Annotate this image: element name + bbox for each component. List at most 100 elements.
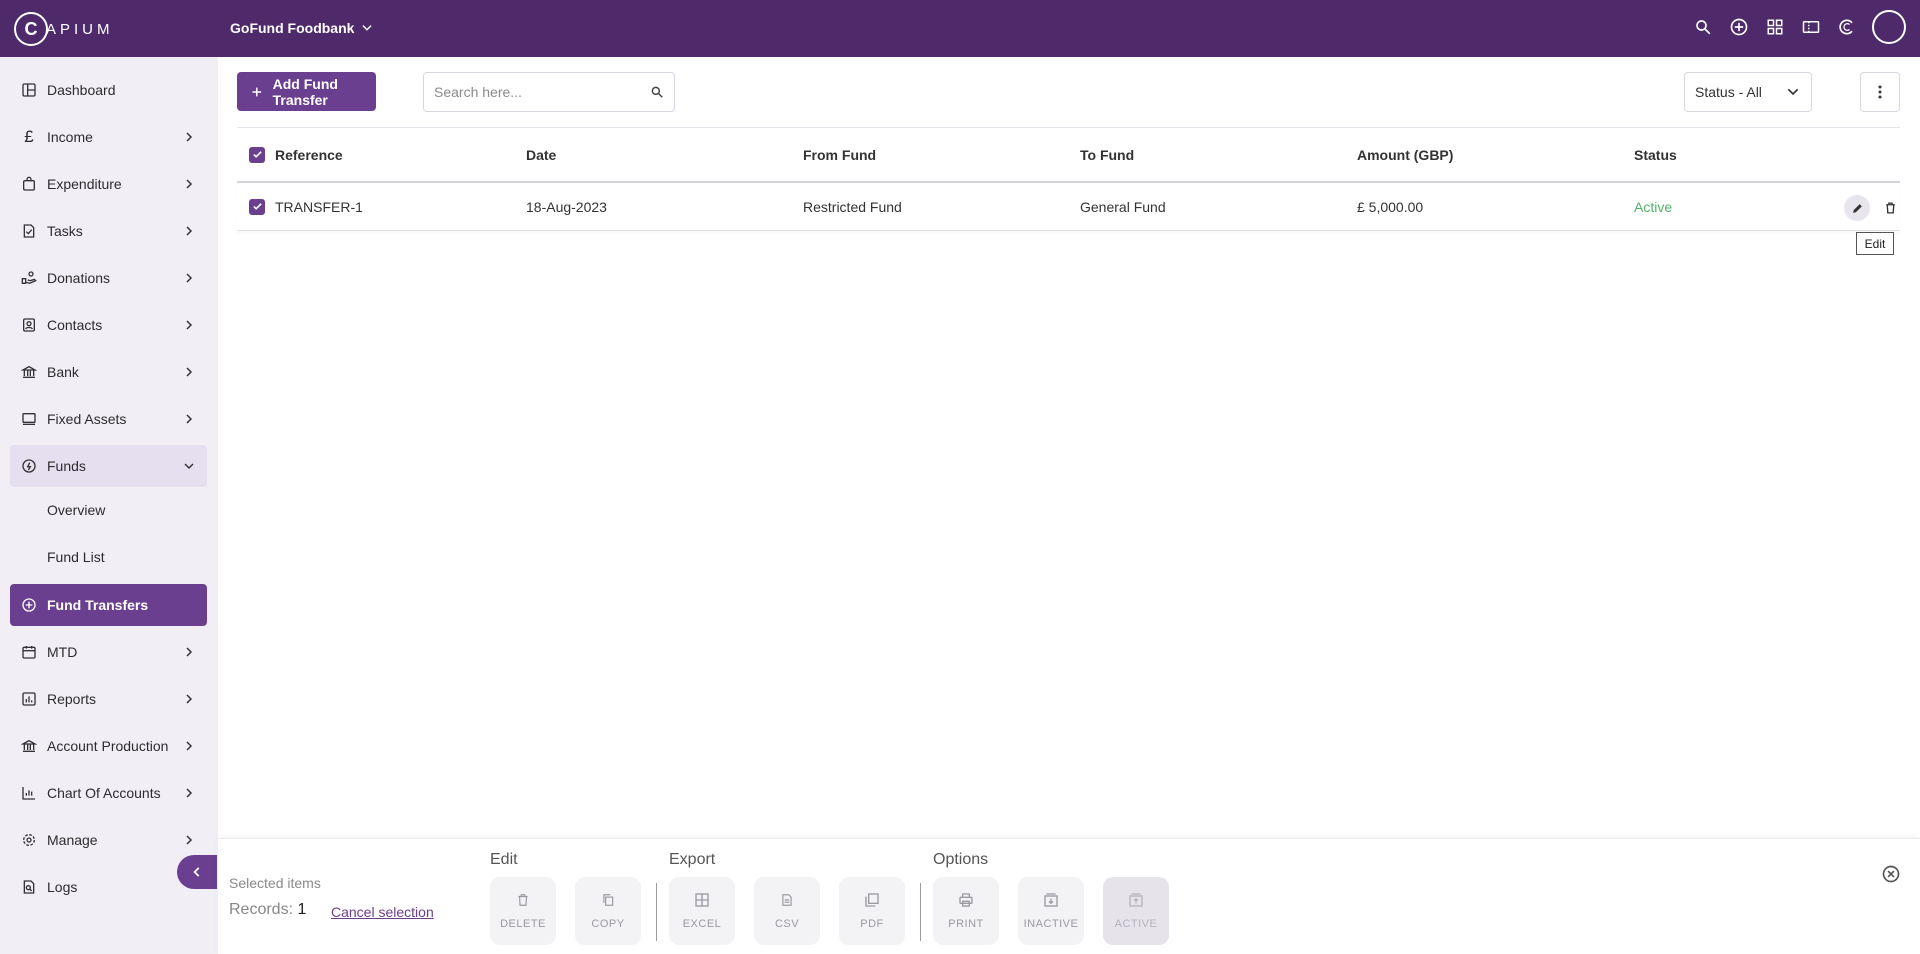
sidebar-item-income[interactable]: £ Income bbox=[10, 116, 207, 158]
chevron-right-icon bbox=[186, 788, 193, 798]
sidebar-item-label: Income bbox=[47, 129, 93, 145]
close-icon[interactable] bbox=[1881, 864, 1901, 884]
check-icon bbox=[252, 203, 262, 210]
reports-icon bbox=[20, 690, 38, 708]
delete-button[interactable] bbox=[1877, 195, 1903, 221]
search-box bbox=[423, 72, 675, 112]
sidebar: Dashboard £ Income Expenditure Tasks Don… bbox=[0, 57, 218, 954]
plus-icon bbox=[252, 87, 262, 96]
sidebar-item-label: Donations bbox=[47, 270, 111, 286]
cell-date: 18-Aug-2023 bbox=[526, 198, 607, 215]
sidebar-subitem-fund-list[interactable]: Fund List bbox=[47, 549, 105, 565]
table-row[interactable]: TRANSFER-1 18-Aug-2023 Restricted Fund G… bbox=[237, 183, 1900, 231]
tasks-icon bbox=[20, 222, 38, 240]
ticket-icon[interactable] bbox=[1800, 16, 1822, 38]
pdf-action-button[interactable]: PDF bbox=[839, 877, 905, 945]
avatar[interactable] bbox=[1872, 10, 1906, 44]
sidebar-collapse-button[interactable] bbox=[177, 855, 217, 889]
select-all-checkbox[interactable] bbox=[249, 146, 265, 163]
copy-action-label: COPY bbox=[591, 918, 625, 930]
pdf-action-label: PDF bbox=[860, 918, 884, 930]
row-checkbox[interactable] bbox=[249, 198, 265, 215]
sidebar-item-donations[interactable]: Donations bbox=[10, 257, 207, 299]
search-icon[interactable] bbox=[650, 85, 664, 99]
add-fund-transfer-button[interactable]: Add Fund Transfer bbox=[237, 72, 376, 111]
cancel-selection-link[interactable]: Cancel selection bbox=[331, 904, 434, 920]
more-options-button[interactable] bbox=[1860, 72, 1900, 112]
pencil-icon bbox=[1852, 203, 1862, 213]
delete-action-button[interactable]: DELETE bbox=[490, 877, 556, 945]
table-header: Reference Date From Fund To Fund Amount … bbox=[237, 127, 1900, 183]
sidebar-item-fixed-assets[interactable]: Fixed Assets bbox=[10, 398, 207, 440]
sidebar-item-label: MTD bbox=[47, 644, 78, 660]
pound-icon: £ bbox=[24, 127, 34, 146]
capium-icon[interactable] bbox=[1836, 16, 1858, 38]
sidebar-item-chart-of-accounts[interactable]: Chart Of Accounts bbox=[10, 772, 207, 814]
sidebar-item-funds[interactable]: Funds bbox=[10, 445, 207, 487]
sidebar-item-label: Tasks bbox=[47, 223, 83, 239]
selection-action-bar: Selected items Records: 1 Cancel selecti… bbox=[218, 838, 1920, 954]
search-icon[interactable] bbox=[1692, 16, 1714, 38]
copy-action-button[interactable]: COPY bbox=[575, 877, 641, 945]
column-header-amount[interactable]: Amount (GBP) bbox=[1357, 128, 1453, 181]
csv-action-button[interactable]: CSV bbox=[754, 877, 820, 945]
bag-icon bbox=[20, 175, 38, 193]
sidebar-item-bank[interactable]: Bank bbox=[10, 351, 207, 393]
sidebar-item-tasks[interactable]: Tasks bbox=[10, 210, 207, 252]
inactive-action-button[interactable]: INACTIVE bbox=[1018, 877, 1084, 945]
sidebar-item-reports[interactable]: Reports bbox=[10, 678, 207, 720]
column-header-from-fund[interactable]: From Fund bbox=[803, 128, 876, 181]
chevron-down-icon bbox=[184, 463, 194, 470]
org-name: GoFund Foodbank bbox=[230, 20, 355, 36]
sidebar-item-manage[interactable]: Manage bbox=[10, 819, 207, 861]
print-action-button[interactable]: PRINT bbox=[933, 877, 999, 945]
sidebar-item-fund-transfers[interactable]: Fund Transfers bbox=[10, 584, 207, 626]
sidebar-item-label: Logs bbox=[47, 879, 78, 895]
active-action-label: ACTIVE bbox=[1114, 918, 1158, 930]
edit-tooltip: Edit bbox=[1856, 232, 1894, 255]
bank-icon bbox=[20, 363, 38, 381]
fixed-assets-icon bbox=[20, 410, 38, 428]
excel-action-button[interactable]: EXCEL bbox=[669, 877, 735, 945]
column-header-to-fund[interactable]: To Fund bbox=[1080, 128, 1134, 181]
sidebar-item-label: Manage bbox=[47, 832, 98, 848]
sidebar-item-dashboard[interactable]: Dashboard bbox=[10, 69, 207, 111]
sidebar-item-label: Fixed Assets bbox=[47, 411, 127, 427]
chevron-right-icon bbox=[186, 835, 193, 845]
add-circle-icon[interactable] bbox=[1728, 16, 1750, 38]
column-header-reference[interactable]: Reference bbox=[275, 128, 343, 181]
sidebar-item-expenditure[interactable]: Expenditure bbox=[10, 163, 207, 205]
sidebar-item-label: Expenditure bbox=[47, 176, 122, 192]
status-filter-select[interactable]: Status - All bbox=[1684, 72, 1812, 112]
chevron-right-icon bbox=[186, 647, 193, 657]
fund-transfers-table: Reference Date From Fund To Fund Amount … bbox=[237, 127, 1900, 231]
sidebar-item-contacts[interactable]: Contacts bbox=[10, 304, 207, 346]
apps-icon[interactable] bbox=[1764, 16, 1786, 38]
sidebar-subitem-overview[interactable]: Overview bbox=[47, 502, 105, 518]
unarchive-icon bbox=[1129, 893, 1143, 907]
column-header-status[interactable]: Status bbox=[1634, 128, 1677, 181]
org-switcher[interactable]: GoFund Foodbank bbox=[230, 20, 374, 36]
account-production-icon bbox=[20, 737, 38, 755]
logo-text: APIUM bbox=[46, 20, 114, 38]
sidebar-item-label: Contacts bbox=[47, 317, 103, 333]
logs-icon bbox=[20, 878, 38, 896]
contacts-icon bbox=[20, 316, 38, 334]
cell-from-fund: Restricted Fund bbox=[803, 198, 902, 215]
check-icon bbox=[252, 151, 262, 158]
active-action-button[interactable]: ACTIVE bbox=[1103, 877, 1169, 945]
sidebar-item-account-production[interactable]: Account Production bbox=[10, 725, 207, 767]
edit-button[interactable] bbox=[1844, 195, 1870, 221]
group-title-edit: Edit bbox=[490, 851, 518, 868]
chevron-down-icon bbox=[362, 25, 373, 31]
archive-icon bbox=[1044, 893, 1058, 907]
search-input[interactable] bbox=[434, 84, 650, 100]
capium-logo[interactable]: C APIUM bbox=[14, 12, 114, 46]
sidebar-item-mtd[interactable]: MTD bbox=[10, 631, 207, 673]
fund-transfers-icon bbox=[20, 596, 38, 614]
print-action-label: PRINT bbox=[948, 918, 984, 930]
status-filter-value: Status - All bbox=[1695, 84, 1762, 100]
column-header-date[interactable]: Date bbox=[526, 128, 556, 181]
csv-action-label: CSV bbox=[774, 918, 800, 930]
trash-icon bbox=[518, 894, 528, 906]
